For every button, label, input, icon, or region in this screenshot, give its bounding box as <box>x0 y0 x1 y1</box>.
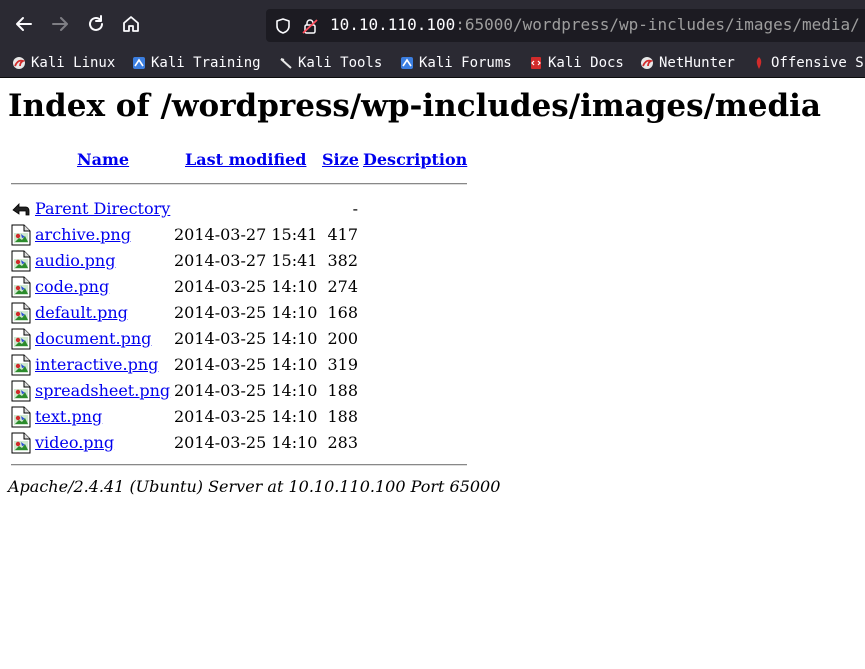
parent-directory-link[interactable]: Parent Directory <box>35 199 170 219</box>
image-file-icon <box>11 250 31 272</box>
url-host: 10.10.110.100 <box>330 15 456 34</box>
url-text[interactable]: 10.10.110.100:65000/wordpress/wp-include… <box>330 15 860 35</box>
image-file-icon <box>11 354 31 376</box>
image-file-icon <box>11 328 31 350</box>
bookmark-label: Kali Docs <box>548 55 624 71</box>
url-path: :65000/wordpress/wp-includes/images/medi… <box>455 15 860 34</box>
image-file-icon <box>11 302 31 324</box>
file-link[interactable]: default.png <box>35 303 128 323</box>
file-size: 319 <box>327 355 358 374</box>
table-row: archive.png 2014-03-27 15:41 417 <box>0 223 480 249</box>
bookmark-nethunter[interactable]: NetHunter <box>640 53 735 73</box>
file-modified: 2014-03-25 14:10 <box>174 277 318 296</box>
bookmark-offensive-security[interactable]: Offensive S <box>752 53 864 73</box>
file-modified: 2014-03-25 14:10 <box>174 381 318 400</box>
file-modified: 2014-03-27 15:41 <box>174 251 318 270</box>
file-size: 200 <box>327 329 358 348</box>
page-title: Index of /wordpress/wp-includes/images/m… <box>8 88 821 124</box>
file-modified: 2014-03-25 14:10 <box>174 407 318 426</box>
kali-dragon-icon <box>13 57 26 69</box>
file-size: 283 <box>327 433 358 452</box>
image-file-icon <box>11 380 31 402</box>
bookmark-kali-linux[interactable]: Kali Linux <box>12 53 115 73</box>
table-row: video.png 2014-03-25 14:10 283 <box>0 431 480 457</box>
table-row: text.png 2014-03-25 14:10 188 <box>0 405 480 431</box>
back-button[interactable] <box>13 13 35 35</box>
image-file-icon <box>11 406 31 428</box>
reload-button[interactable] <box>85 13 107 35</box>
bookmark-label: Offensive S <box>771 55 864 71</box>
file-link[interactable]: spreadsheet.png <box>35 381 170 401</box>
file-size: 168 <box>327 303 358 322</box>
file-modified: 2014-03-25 14:10 <box>174 433 318 452</box>
header-divider <box>11 183 467 185</box>
file-link[interactable]: text.png <box>35 407 102 427</box>
image-file-icon <box>11 276 31 298</box>
table-row: spreadsheet.png 2014-03-25 14:10 188 <box>0 379 480 405</box>
file-modified: 2014-03-25 14:10 <box>174 303 318 322</box>
file-link[interactable]: code.png <box>35 277 109 297</box>
bookmark-kali-forums[interactable]: Kali Forums <box>400 53 512 73</box>
bookmark-kali-docs[interactable]: Kali Docs <box>529 53 624 73</box>
kali-training-icon <box>133 57 145 69</box>
file-size: 382 <box>327 251 358 270</box>
bookmark-label: Kali Tools <box>298 55 383 71</box>
file-link[interactable]: archive.png <box>35 225 131 245</box>
home-icon <box>123 16 139 32</box>
image-file-icon <box>11 432 31 454</box>
file-link[interactable]: video.png <box>35 433 114 453</box>
file-size: 274 <box>327 277 358 296</box>
bookmarks-bar: Kali Linux Kali Training Kali Tools Kali… <box>0 49 865 78</box>
insecure-lock-icon[interactable] <box>301 17 319 35</box>
file-link[interactable]: document.png <box>35 329 151 349</box>
forward-button[interactable] <box>49 13 71 35</box>
browser-toolbar: 10.10.110.100:65000/wordpress/wp-include… <box>0 0 865 49</box>
sort-by-description-link[interactable]: Description <box>363 150 467 170</box>
file-size: - <box>352 199 358 218</box>
file-link[interactable]: audio.png <box>35 251 115 271</box>
table-row: default.png 2014-03-25 14:10 168 <box>0 301 480 327</box>
table-row: code.png 2014-03-25 14:10 274 <box>0 275 480 301</box>
arrow-right-icon <box>52 17 68 31</box>
url-bar[interactable]: 10.10.110.100:65000/wordpress/wp-include… <box>266 9 865 42</box>
file-modified: 2014-03-27 15:41 <box>174 225 318 244</box>
sort-by-name-link[interactable]: Name <box>77 150 129 170</box>
bookmark-kali-training[interactable]: Kali Training <box>132 53 261 73</box>
reload-icon <box>89 15 103 31</box>
bookmark-label: NetHunter <box>659 55 735 71</box>
bookmark-kali-tools[interactable]: Kali Tools <box>279 53 382 73</box>
file-modified: 2014-03-25 14:10 <box>174 355 318 374</box>
server-signature: Apache/2.4.41 (Ubuntu) Server at 10.10.1… <box>8 477 501 496</box>
back-arrow-icon <box>12 203 30 216</box>
table-row: audio.png 2014-03-27 15:41 382 <box>0 249 480 275</box>
offensive-security-icon <box>756 57 762 69</box>
image-file-icon <box>11 224 31 246</box>
file-modified: 2014-03-25 14:10 <box>174 329 318 348</box>
arrow-left-icon <box>16 17 32 31</box>
file-size: 417 <box>327 225 358 244</box>
bookmark-label: Kali Training <box>151 55 261 71</box>
file-size: 188 <box>327 381 358 400</box>
sort-by-size-link[interactable]: Size <box>322 150 359 170</box>
kali-docs-icon <box>531 57 541 69</box>
kali-forums-icon <box>401 57 413 69</box>
bookmark-label: Kali Forums <box>419 55 512 71</box>
home-button[interactable] <box>120 13 142 35</box>
bookmark-label: Kali Linux <box>31 55 116 71</box>
table-row: document.png 2014-03-25 14:10 200 <box>0 327 480 353</box>
footer-divider <box>11 464 467 466</box>
table-row: interactive.png 2014-03-25 14:10 319 <box>0 353 480 379</box>
shield-icon[interactable] <box>274 17 292 35</box>
sort-by-last-modified-link[interactable]: Last modified <box>185 150 306 170</box>
table-row: Parent Directory - <box>0 197 480 223</box>
file-size: 188 <box>327 407 358 426</box>
file-link[interactable]: interactive.png <box>35 355 158 375</box>
nethunter-icon <box>641 57 654 69</box>
kali-tools-icon <box>280 58 292 69</box>
